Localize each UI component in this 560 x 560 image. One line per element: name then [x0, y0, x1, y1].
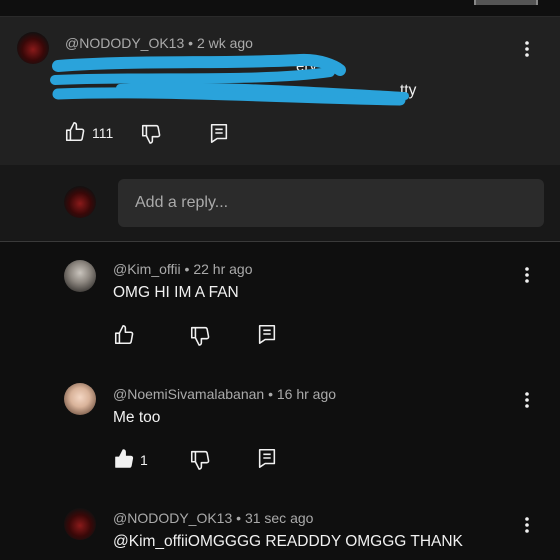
comment-icon[interactable] [256, 323, 278, 345]
separator: • [268, 386, 273, 402]
avatar[interactable] [64, 383, 96, 415]
avatar[interactable] [64, 508, 96, 540]
avatar[interactable] [64, 260, 96, 292]
thumbs-up-icon[interactable] [64, 121, 86, 143]
comment-text-line1: ery [296, 58, 317, 75]
reply-input[interactable] [118, 179, 544, 227]
like-count: 1 [140, 452, 148, 468]
reply-input-box[interactable] [118, 179, 544, 227]
comment-meta: @NODODY_OK13 • 31 sec ago [113, 510, 313, 526]
author-name[interactable]: @NoemiSivamalabanan [113, 386, 264, 402]
more-options-icon[interactable] [517, 265, 537, 285]
author-name[interactable]: @NODODY_OK13 [113, 510, 232, 526]
comment-icon[interactable] [256, 447, 278, 469]
thumbs-up-filled-icon[interactable] [113, 448, 135, 470]
comment-meta: @NoemiSivamalabanan • 16 hr ago [113, 386, 336, 402]
avatar [64, 186, 96, 218]
timestamp: 16 hr ago [276, 386, 337, 402]
like-count: 111 [92, 125, 114, 141]
comment-meta: @NODODY_OK13 • 2 wk ago [65, 35, 253, 51]
separator: • [236, 510, 242, 526]
thumbs-down-icon[interactable] [140, 122, 162, 144]
comment-text-line2: tty [400, 82, 417, 99]
comment-text: @Kim_offiiOMGGGG READDDY OMGGG THANK [113, 533, 463, 550]
thumbs-down-icon[interactable] [189, 448, 211, 470]
timestamp: 22 hr ago [193, 261, 253, 277]
separator: • [188, 35, 194, 51]
comment-text: OMG HI IM A FAN [113, 284, 239, 301]
timestamp: 2 wk ago [196, 35, 253, 51]
separator: • [184, 261, 190, 277]
thumbs-up-icon[interactable] [113, 324, 135, 346]
comment-meta: @Kim_offii • 22 hr ago [113, 261, 253, 277]
comment-text: Me too [113, 409, 161, 426]
scroll-thumb[interactable] [474, 0, 538, 5]
author-name[interactable]: @NODODY_OK13 [65, 35, 184, 51]
more-options-icon[interactable] [517, 390, 537, 410]
author-name[interactable]: @Kim_offii [113, 261, 181, 277]
thumbs-down-icon[interactable] [189, 324, 211, 346]
top-strip [0, 0, 560, 17]
avatar[interactable] [17, 32, 49, 64]
timestamp: 31 sec ago [244, 510, 314, 526]
comment-icon[interactable] [208, 122, 230, 144]
more-options-icon[interactable] [517, 515, 537, 535]
more-options-icon[interactable] [517, 39, 537, 59]
